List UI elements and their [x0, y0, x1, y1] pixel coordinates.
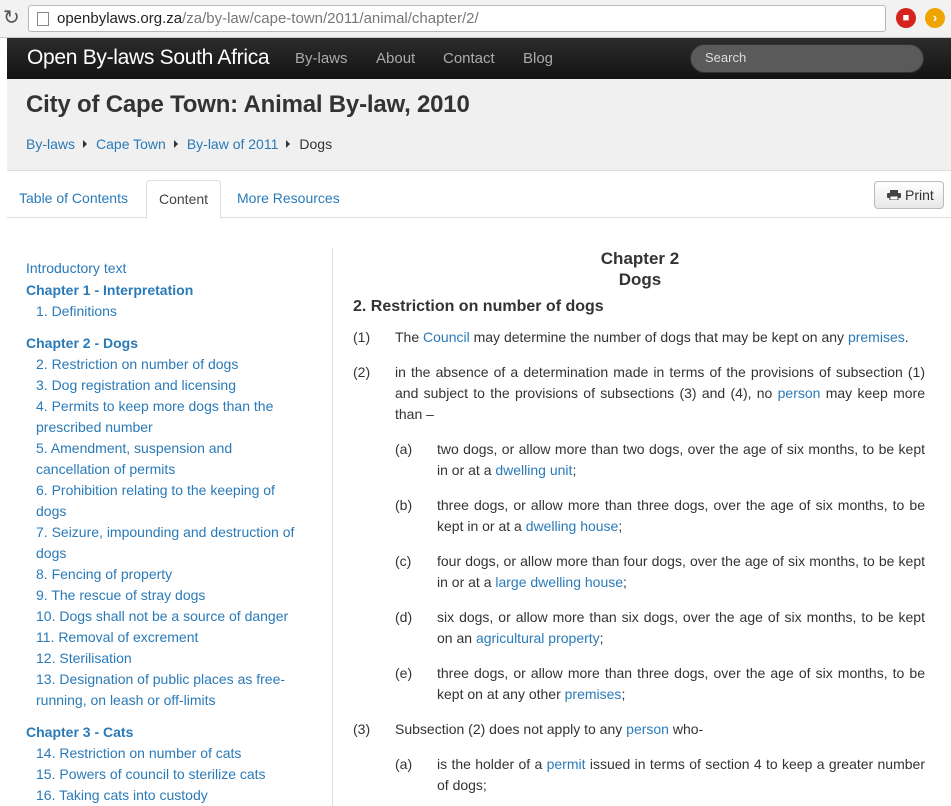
breadcrumb-bylaw-2011[interactable]: By-law of 2011	[187, 136, 279, 152]
nav-blog[interactable]: Blog	[523, 50, 553, 67]
subsection-2-text: in the absence of a determination made i…	[395, 364, 925, 422]
title-band: City of Cape Town: Animal By-law, 2010 B…	[7, 79, 951, 171]
para-e-number: (e)	[395, 665, 413, 681]
subsection-2-number: (2)	[353, 364, 371, 380]
subsection-3-text: Subsection (2) does not apply to any per…	[395, 721, 704, 737]
toc-item-link[interactable]: 16. Taking cats into custody	[36, 785, 208, 806]
tab-table-of-contents[interactable]: Table of Contents	[7, 180, 140, 218]
page-title: City of Cape Town: Animal By-law, 2010	[26, 91, 470, 118]
content-tabs: Table of Contents Content More Resources	[7, 180, 951, 219]
toc-item-link[interactable]: 7. Seizure, impounding and destruction o…	[36, 522, 294, 543]
print-button[interactable]: Print	[874, 181, 944, 209]
stop-sign-icon[interactable]: ■	[896, 8, 916, 28]
toc-item-link[interactable]: 5. Amendment, suspension and	[36, 438, 232, 459]
person-link-2[interactable]: person	[626, 721, 669, 737]
person-link[interactable]: person	[778, 385, 821, 401]
section-title: 2. Restriction on number of dogs	[353, 298, 604, 315]
nav-bylaws[interactable]: By-laws	[295, 50, 348, 67]
toc-chapter-link[interactable]: Chapter 2 - Dogs	[26, 333, 138, 354]
toc-item-link[interactable]: 15. Powers of council to sterilize cats	[36, 764, 266, 785]
toc-item-link[interactable]: cancellation of permits	[36, 459, 175, 480]
para-d-text: six dogs, or allow more than six dogs, o…	[437, 609, 925, 646]
site-navbar: Open By-laws South Africa By-laws About …	[7, 38, 951, 79]
dwelling-unit-link[interactable]: dwelling unit	[495, 462, 572, 478]
toc-item-link[interactable]: 6. Prohibition relating to the keeping o…	[36, 480, 275, 501]
para-a-text: two dogs, or allow more than two dogs, o…	[437, 441, 925, 478]
subsection-1-number: (1)	[353, 329, 371, 345]
toc-chapter-link[interactable]: Chapter 3 - Cats	[26, 722, 133, 743]
council-link[interactable]: Council	[423, 329, 470, 345]
toc-item-link[interactable]: 13. Designation of public places as free…	[36, 669, 285, 690]
toc-item-link[interactable]: prescribed number	[36, 417, 153, 438]
breadcrumb-caret-icon	[173, 140, 178, 148]
address-bar[interactable]: openbylaws.org.za/za/by-law/cape-town/20…	[28, 5, 886, 32]
nav-contact[interactable]: Contact	[443, 50, 495, 67]
toc-item-link[interactable]: 10. Dogs shall not be a source of danger	[36, 606, 288, 627]
premises-link-2[interactable]: premises	[565, 686, 622, 702]
para-b-text: three dogs, or allow more than three dog…	[437, 497, 925, 534]
toc-item-link[interactable]: Introductory text	[26, 258, 126, 279]
breadcrumb-cape-town[interactable]: Cape Town	[96, 136, 166, 152]
toc-item-link[interactable]: running, on leash or off-limits	[36, 690, 216, 711]
tab-more-resources[interactable]: More Resources	[225, 180, 352, 218]
dwelling-house-link[interactable]: dwelling house	[526, 518, 619, 534]
subsection-1-text: The Council may determine the number of …	[395, 329, 909, 345]
toc-item-link[interactable]: 3. Dog registration and licensing	[36, 375, 236, 396]
chapter-number: Chapter 2	[600, 249, 680, 268]
column-divider	[332, 248, 333, 806]
breadcrumb-caret-icon	[286, 140, 291, 148]
sub3-para-a-number: (a)	[395, 756, 413, 772]
search-placeholder: Search	[705, 50, 747, 65]
toc-item-link[interactable]: 4. Permits to keep more dogs than the	[36, 396, 273, 417]
para-d-number: (d)	[395, 609, 413, 625]
site-brand[interactable]: Open By-laws South Africa	[27, 46, 270, 70]
toc-chapter-link[interactable]: Chapter 1 - Interpretation	[26, 280, 193, 301]
sub3-para-a-text: is the holder of a permit issued in term…	[437, 756, 925, 793]
para-a-number: (a)	[395, 441, 413, 457]
premises-link[interactable]: premises	[848, 329, 905, 345]
breadcrumb: By-laws Cape Town By-law of 2011 Dogs	[26, 136, 332, 152]
para-e-text: three dogs, or allow more than three dog…	[437, 665, 925, 702]
page-icon	[37, 12, 49, 26]
chapter-title: Dogs	[618, 270, 662, 289]
search-input[interactable]: Search	[690, 44, 924, 73]
browser-toolbar: ↻ openbylaws.org.za/za/by-law/cape-town/…	[0, 0, 951, 38]
toc-item-link[interactable]: 11. Removal of excrement	[36, 627, 198, 648]
toc-item-link[interactable]: dogs	[36, 501, 66, 522]
para-c-text: four dogs, or allow more than four dogs,…	[437, 553, 925, 590]
subsection-3-number: (3)	[353, 721, 371, 737]
toc-item-link[interactable]: 2. Restriction on number of dogs	[36, 354, 238, 375]
breadcrumb-bylaws[interactable]: By-laws	[26, 136, 75, 152]
reload-icon[interactable]: ↻	[3, 6, 20, 30]
toc-item-link[interactable]: 14. Restriction on number of cats	[36, 743, 241, 764]
large-dwelling-house-link[interactable]: large dwelling house	[495, 574, 623, 590]
para-b-number: (b)	[395, 497, 413, 513]
toc-item-link[interactable]: 12. Sterilisation	[36, 648, 132, 669]
url-text: openbylaws.org.za/za/by-law/cape-town/20…	[57, 10, 479, 27]
toc-item-link[interactable]: 1. Definitions	[36, 301, 117, 322]
tab-content[interactable]: Content	[146, 180, 222, 219]
para-c-number: (c)	[395, 553, 412, 569]
print-label: Print	[905, 187, 934, 203]
toc-item-link[interactable]: 9. The rescue of stray dogs	[36, 585, 205, 606]
printer-icon	[887, 190, 901, 200]
toc-item-link[interactable]: dogs	[36, 543, 66, 564]
breadcrumb-current: Dogs	[299, 136, 333, 152]
permit-link[interactable]: permit	[547, 756, 586, 772]
forward-arrow-icon[interactable]: ›	[925, 8, 945, 28]
agricultural-property-link[interactable]: agricultural property	[476, 630, 600, 646]
toc-item-link[interactable]: 8. Fencing of property	[36, 564, 172, 585]
breadcrumb-caret-icon	[83, 140, 88, 148]
nav-about[interactable]: About	[376, 50, 415, 67]
